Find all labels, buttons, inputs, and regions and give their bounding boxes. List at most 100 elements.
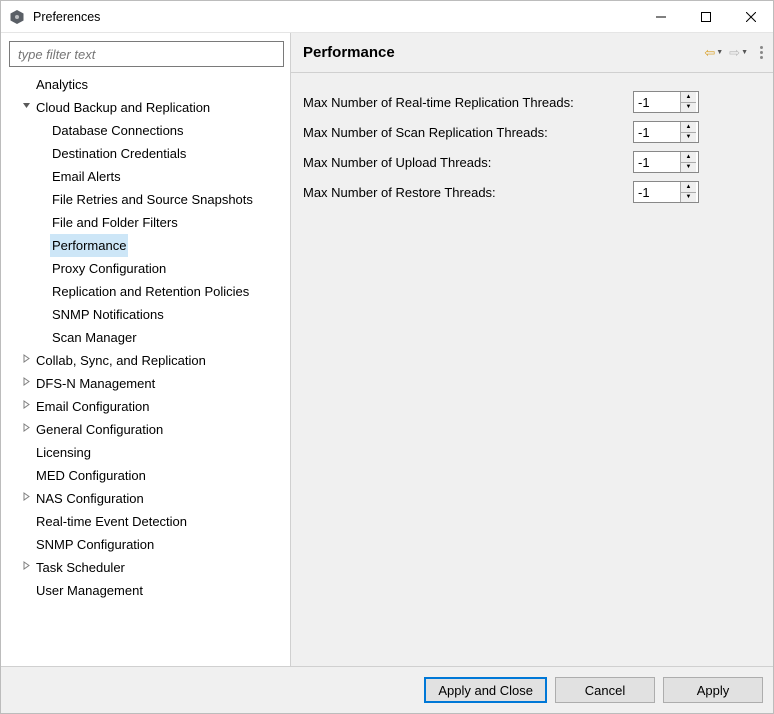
spin-down-button[interactable]: ▼: [681, 193, 696, 203]
form-label: Max Number of Restore Threads:: [303, 185, 633, 200]
tree-item-label: File Retries and Source Snapshots: [50, 188, 255, 211]
tree-item-label: Task Scheduler: [34, 556, 127, 579]
form-row: Max Number of Scan Replication Threads:▲…: [303, 121, 761, 143]
nav-back-button[interactable]: ⇦ ▼: [704, 45, 723, 61]
nav-forward-button[interactable]: ⇨ ▼: [729, 45, 748, 61]
chevron-down-icon: ▼: [741, 49, 748, 56]
tree-item-label: User Management: [34, 579, 145, 602]
tree-item[interactable]: DFS-N Management: [7, 372, 290, 395]
tree-item-label: SNMP Configuration: [34, 533, 156, 556]
number-input[interactable]: [634, 95, 680, 110]
tree-item-label: MED Configuration: [34, 464, 148, 487]
tree-item-label: Replication and Retention Policies: [50, 280, 251, 303]
chevron-right-icon[interactable]: [18, 487, 34, 510]
tree-item-label: Cloud Backup and Replication: [34, 96, 212, 119]
tree-item-label: Email Alerts: [50, 165, 123, 188]
tree-item[interactable]: Email Alerts: [7, 165, 290, 188]
cancel-button[interactable]: Cancel: [555, 677, 655, 703]
chevron-right-icon[interactable]: [18, 372, 34, 395]
form-row: Max Number of Upload Threads:▲▼: [303, 151, 761, 173]
form-label: Max Number of Upload Threads:: [303, 155, 633, 170]
tree-item-label: Analytics: [34, 73, 90, 96]
tree-item-label: Real-time Event Detection: [34, 510, 189, 533]
tree-item-label: SNMP Notifications: [50, 303, 166, 326]
filter-box[interactable]: [9, 41, 284, 67]
form-area: Max Number of Real-time Replication Thre…: [291, 73, 773, 229]
tree-item[interactable]: NAS Configuration: [7, 487, 290, 510]
chevron-down-icon: ▼: [716, 49, 723, 56]
app-icon: [9, 9, 25, 25]
tree-item[interactable]: File Retries and Source Snapshots: [7, 188, 290, 211]
number-spinbox[interactable]: ▲▼: [633, 181, 699, 203]
tree-item[interactable]: Proxy Configuration: [7, 257, 290, 280]
footer: Apply and Close Cancel Apply: [1, 666, 773, 713]
filter-input[interactable]: [16, 46, 277, 63]
tree: AnalyticsCloud Backup and ReplicationDat…: [7, 73, 290, 602]
tree-item[interactable]: General Configuration: [7, 418, 290, 441]
apply-button[interactable]: Apply: [663, 677, 763, 703]
tree-item-label: Performance: [50, 234, 128, 257]
form-row: Max Number of Real-time Replication Thre…: [303, 91, 761, 113]
tree-item[interactable]: Collab, Sync, and Replication: [7, 349, 290, 372]
number-input[interactable]: [634, 185, 680, 200]
window-title: Preferences: [33, 10, 638, 24]
number-spinbox[interactable]: ▲▼: [633, 91, 699, 113]
tree-item[interactable]: Destination Credentials: [7, 142, 290, 165]
minimize-button[interactable]: [638, 1, 683, 32]
tree-item[interactable]: User Management: [7, 579, 290, 602]
tree-item-label: Scan Manager: [50, 326, 139, 349]
tree-item[interactable]: Replication and Retention Policies: [7, 280, 290, 303]
tree-item[interactable]: Licensing: [7, 441, 290, 464]
tree-item[interactable]: Analytics: [7, 73, 290, 96]
content-pane: Performance ⇦ ▼ ⇨ ▼ Max Number of Real-t…: [291, 33, 773, 666]
view-menu-button[interactable]: [760, 46, 763, 59]
apply-and-close-button[interactable]: Apply and Close: [424, 677, 547, 703]
tree-item-label: DFS-N Management: [34, 372, 157, 395]
nav-arrows: ⇦ ▼ ⇨ ▼: [704, 45, 763, 61]
tree-item[interactable]: SNMP Configuration: [7, 533, 290, 556]
tree-item-label: Database Connections: [50, 119, 186, 142]
tree-item-label: Licensing: [34, 441, 93, 464]
content-title: Performance: [303, 44, 704, 61]
tree-item[interactable]: MED Configuration: [7, 464, 290, 487]
tree-item-label: File and Folder Filters: [50, 211, 180, 234]
tree-item[interactable]: SNMP Notifications: [7, 303, 290, 326]
tree-item-label: Collab, Sync, and Replication: [34, 349, 208, 372]
spin-down-button[interactable]: ▼: [681, 103, 696, 113]
tree-item-label: Proxy Configuration: [50, 257, 168, 280]
spin-up-button[interactable]: ▲: [681, 122, 696, 133]
spin-down-button[interactable]: ▼: [681, 133, 696, 143]
number-input[interactable]: [634, 155, 680, 170]
spin-up-button[interactable]: ▲: [681, 152, 696, 163]
form-row: Max Number of Restore Threads:▲▼: [303, 181, 761, 203]
spin-down-button[interactable]: ▼: [681, 163, 696, 173]
window-controls: [638, 1, 773, 32]
tree-item[interactable]: Cloud Backup and Replication: [7, 96, 290, 119]
tree-item[interactable]: Email Configuration: [7, 395, 290, 418]
spin-up-button[interactable]: ▲: [681, 182, 696, 193]
form-label: Max Number of Real-time Replication Thre…: [303, 95, 633, 110]
spin-up-button[interactable]: ▲: [681, 92, 696, 103]
chevron-right-icon[interactable]: [18, 349, 34, 372]
tree-item-label: General Configuration: [34, 418, 165, 441]
tree-item[interactable]: Task Scheduler: [7, 556, 290, 579]
form-label: Max Number of Scan Replication Threads:: [303, 125, 633, 140]
tree-item[interactable]: Performance: [7, 234, 290, 257]
number-spinbox[interactable]: ▲▼: [633, 151, 699, 173]
number-spinbox[interactable]: ▲▼: [633, 121, 699, 143]
tree-item[interactable]: Scan Manager: [7, 326, 290, 349]
chevron-down-icon[interactable]: [18, 96, 34, 119]
arrow-left-icon: ⇦: [704, 45, 715, 61]
chevron-right-icon[interactable]: [18, 556, 34, 579]
tree-item[interactable]: Database Connections: [7, 119, 290, 142]
tree-item[interactable]: File and Folder Filters: [7, 211, 290, 234]
close-button[interactable]: [728, 1, 773, 32]
number-input[interactable]: [634, 125, 680, 140]
tree-item[interactable]: Real-time Event Detection: [7, 510, 290, 533]
maximize-button[interactable]: [683, 1, 728, 32]
chevron-right-icon[interactable]: [18, 418, 34, 441]
arrow-right-icon: ⇨: [729, 45, 740, 61]
tree-item-label: Destination Credentials: [50, 142, 188, 165]
chevron-right-icon[interactable]: [18, 395, 34, 418]
tree-item-label: Email Configuration: [34, 395, 151, 418]
